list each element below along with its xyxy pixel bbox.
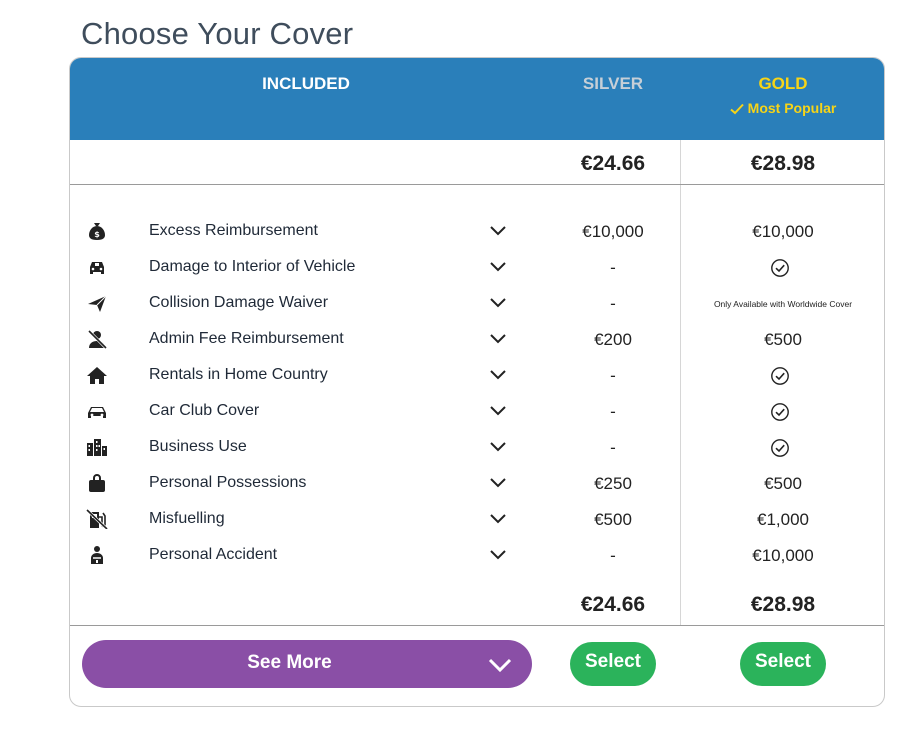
benefit-row[interactable]: Collision Damage Waiver - Only Available w…: [70, 285, 884, 321]
chevron-down-icon[interactable]: [488, 474, 508, 492]
chevron-down-icon[interactable]: [488, 366, 508, 384]
included-column-header: INCLUDED: [262, 74, 350, 93]
benefit-label: Personal Accident: [149, 546, 278, 563]
benefit-row[interactable]: $ Excess Reimbursement €10,000 €10,000: [70, 213, 884, 249]
benefit-label: Admin Fee Reimbursement: [149, 330, 344, 347]
gold-value: €500: [764, 330, 802, 349]
gold-value: €10,000: [752, 222, 814, 241]
benefit-label: Car Club Cover: [149, 402, 260, 419]
silver-price-top: €24.66: [580, 152, 646, 175]
silver-value: €10,000: [582, 222, 644, 241]
money-bag-icon: $: [89, 223, 105, 240]
footer-divider: [70, 625, 884, 626]
benefit-label: Misfuelling: [149, 510, 225, 527]
most-popular-label: Most Popular: [747, 100, 837, 116]
chevron-down-icon[interactable]: [488, 546, 508, 564]
chevron-down-icon: [488, 658, 512, 673]
silver-value: €200: [594, 330, 632, 349]
benefit-row[interactable]: Personal Accident - €10,000: [70, 537, 884, 573]
check-circle-icon: [771, 439, 789, 457]
chevron-down-icon[interactable]: [488, 294, 508, 312]
buildings-icon: [87, 439, 107, 456]
benefit-label: Damage to Interior of Vehicle: [149, 258, 356, 275]
gold-value: €500: [764, 474, 802, 493]
silver-value: -: [610, 294, 616, 313]
svg-text:$: $: [94, 230, 100, 239]
most-popular-badge: Most Popular: [713, 100, 853, 116]
silver-value: -: [610, 258, 616, 277]
see-more-button[interactable]: See More: [82, 640, 532, 688]
benefit-label: Excess Reimbursement: [149, 222, 318, 239]
plane-icon: [88, 295, 107, 312]
benefit-row[interactable]: Damage to Interior of Vehicle -: [70, 249, 884, 285]
chevron-down-icon[interactable]: [488, 330, 508, 348]
chevron-down-icon[interactable]: [488, 222, 508, 240]
person-slash-icon: [87, 329, 108, 349]
benefit-row[interactable]: Car Club Cover -: [70, 393, 884, 429]
silver-value: €250: [594, 474, 632, 493]
silver-value: €500: [594, 510, 632, 529]
benefit-row[interactable]: Admin Fee Reimbursement €200 €500: [70, 321, 884, 357]
check-circle-icon: [771, 259, 789, 277]
car-interior-icon: [90, 262, 104, 274]
benefit-label: Business Use: [149, 438, 247, 455]
benefit-row[interactable]: Misfuelling €500 €1,000: [70, 501, 884, 537]
silver-value: -: [610, 366, 616, 385]
car-icon: [88, 407, 106, 418]
gold-price-bottom: €28.98: [750, 593, 816, 616]
gold-value: Only Available with Worldwide Cover: [713, 299, 853, 309]
benefit-label: Collision Damage Waiver: [149, 294, 329, 311]
see-more-label: See More: [247, 652, 332, 673]
table-header: INCLUDED SILVER GOLD Most Popular: [70, 58, 884, 140]
injured-person-icon: [91, 546, 103, 564]
page-title: Choose Your Cover: [81, 16, 354, 51]
benefit-row[interactable]: Business Use -: [70, 429, 884, 465]
chevron-down-icon[interactable]: [488, 402, 508, 420]
gold-select-button[interactable]: Select: [740, 642, 826, 686]
benefit-row[interactable]: Rentals in Home Country -: [70, 357, 884, 393]
chevron-down-icon[interactable]: [488, 258, 508, 276]
check-circle-icon: [771, 367, 789, 385]
check-circle-icon: [771, 403, 789, 421]
silver-column-header: SILVER: [582, 74, 644, 93]
benefit-label: Personal Possessions: [149, 474, 307, 491]
chevron-down-icon[interactable]: [488, 510, 508, 528]
fuel-pump-slash-icon: [86, 509, 108, 529]
gold-column-header: GOLD: [758, 74, 808, 93]
silver-price-bottom: €24.66: [580, 593, 646, 616]
chevron-down-icon[interactable]: [488, 438, 508, 456]
benefit-label: Rentals in Home Country: [149, 366, 328, 383]
benefit-row[interactable]: Personal Possessions €250 €500: [70, 465, 884, 501]
cover-comparison-card: INCLUDED SILVER GOLD Most Popular €24.66…: [69, 57, 885, 707]
gold-price-top: €28.98: [750, 152, 816, 175]
divider: [70, 184, 884, 185]
bag-icon: [89, 474, 105, 492]
silver-value: -: [610, 546, 616, 565]
check-icon: [729, 103, 744, 115]
silver-value: -: [610, 402, 616, 421]
silver-value: -: [610, 438, 616, 457]
silver-select-button[interactable]: Select: [570, 642, 656, 686]
gold-value: €10,000: [752, 546, 814, 565]
gold-value: €1,000: [757, 510, 809, 529]
home-icon: [87, 367, 107, 384]
